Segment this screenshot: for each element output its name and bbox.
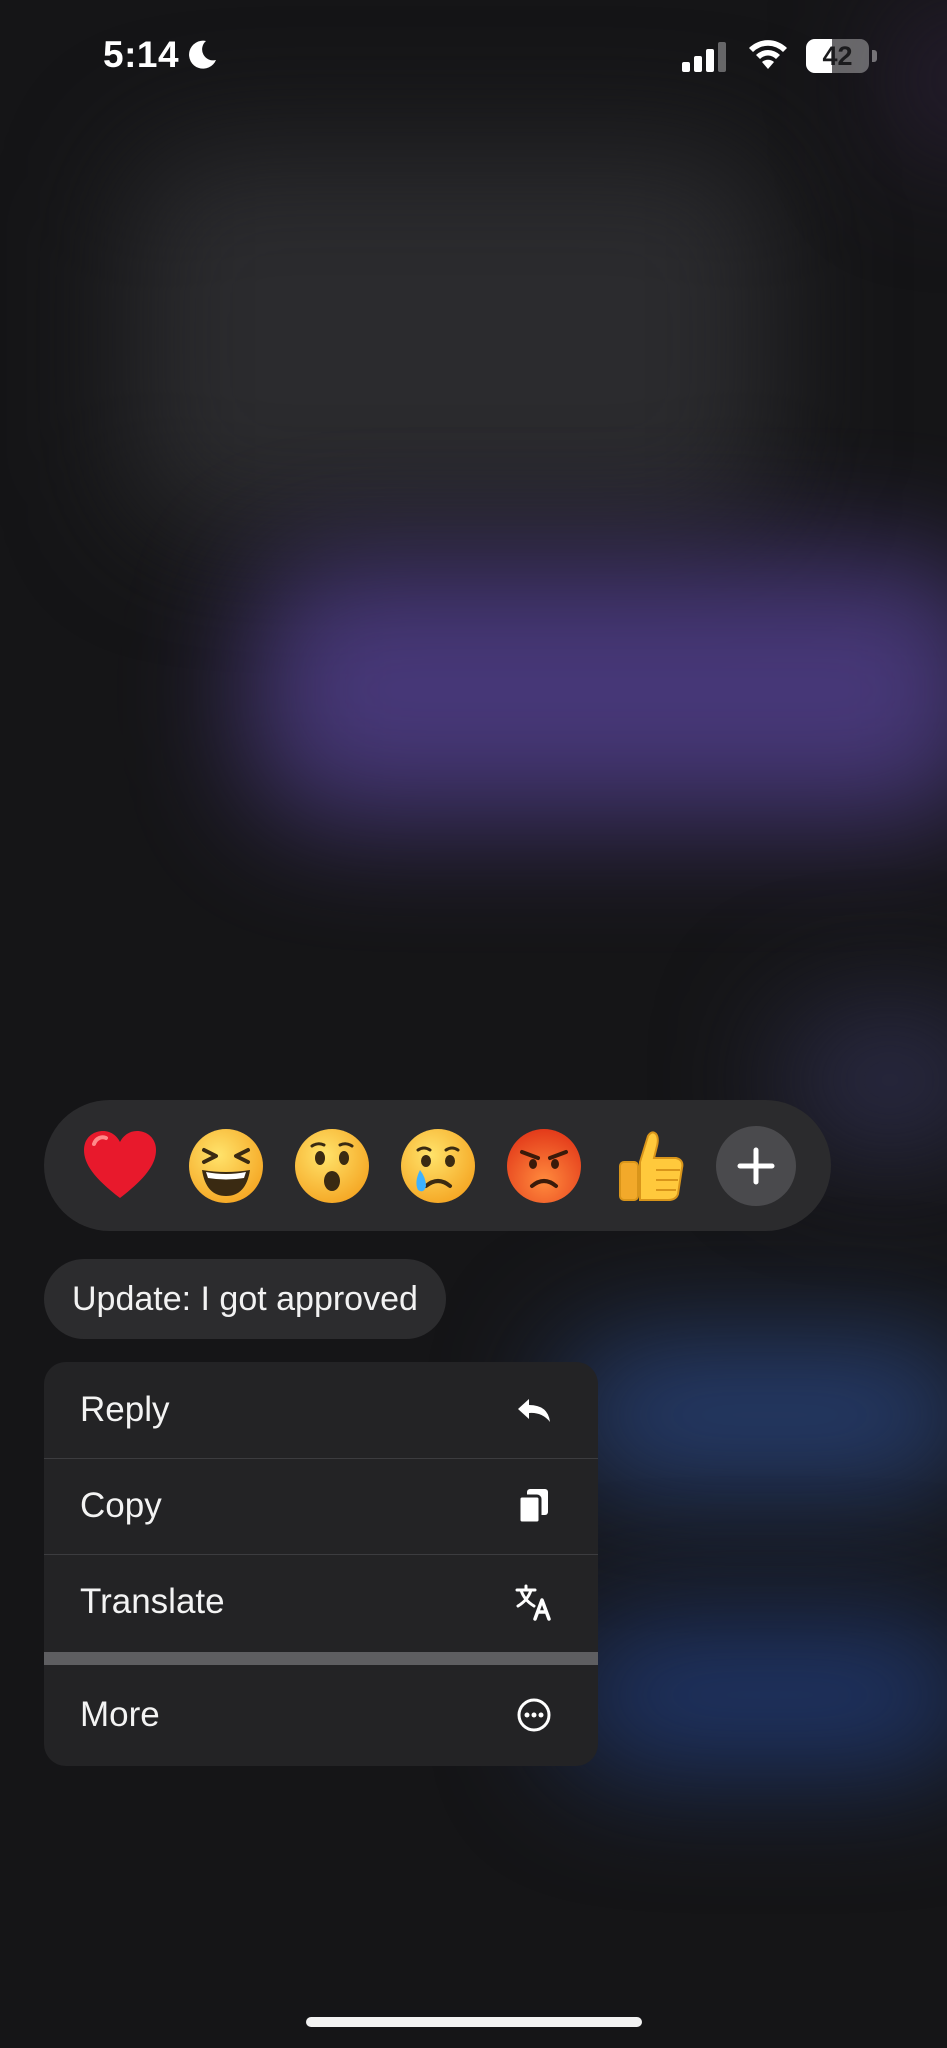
- context-menu: Reply Copy Translate More: [44, 1362, 598, 1766]
- moon-icon: [185, 38, 219, 72]
- message-bubble[interactable]: Update: I got approved: [44, 1259, 446, 1339]
- menu-item-label: Copy: [80, 1486, 162, 1525]
- add-reaction-button[interactable]: [716, 1126, 796, 1206]
- menu-item-copy[interactable]: Copy: [44, 1458, 598, 1554]
- wifi-icon: [746, 38, 790, 72]
- laughing-emoji-icon[interactable]: [186, 1126, 266, 1206]
- home-indicator[interactable]: [306, 2017, 642, 2027]
- status-time: 5:14: [103, 34, 219, 76]
- menu-item-label: More: [80, 1695, 160, 1734]
- angry-emoji-icon[interactable]: [504, 1126, 584, 1206]
- menu-item-translate[interactable]: Translate: [44, 1554, 598, 1650]
- heart-emoji-icon[interactable]: [80, 1126, 160, 1206]
- surprised-emoji-icon[interactable]: [292, 1126, 372, 1206]
- copy-icon: [517, 1489, 548, 1525]
- translate-icon: [515, 1584, 551, 1621]
- menu-item-more[interactable]: More: [44, 1664, 598, 1766]
- battery-percentage: 42: [822, 41, 853, 71]
- menu-item-label: Translate: [80, 1582, 225, 1621]
- cellular-signal-icon: [682, 40, 730, 72]
- reaction-bar: [44, 1100, 831, 1231]
- menu-item-reply[interactable]: Reply: [44, 1362, 598, 1458]
- thumbs-up-emoji-icon[interactable]: [610, 1126, 690, 1206]
- status-bar: 5:14 42: [0, 0, 947, 110]
- plus-icon: [737, 1147, 775, 1185]
- menu-item-label: Reply: [80, 1390, 170, 1429]
- reply-arrow-icon: [518, 1399, 550, 1422]
- clock-text: 5:14: [103, 34, 180, 75]
- more-circle-icon: [517, 1698, 551, 1732]
- battery-indicator: 42: [806, 39, 878, 73]
- crying-emoji-icon[interactable]: [398, 1126, 478, 1206]
